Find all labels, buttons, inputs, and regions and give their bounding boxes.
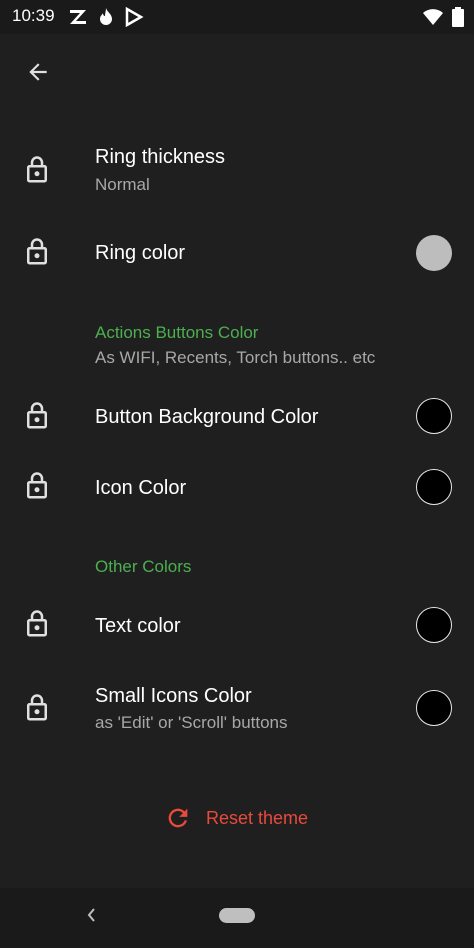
text-color-row[interactable]: Text color bbox=[0, 590, 474, 660]
setting-title: Text color bbox=[95, 615, 181, 637]
setting-title: Icon Color bbox=[95, 477, 187, 499]
play-app-icon bbox=[125, 7, 144, 27]
status-bar: 10:39 bbox=[0, 0, 474, 34]
refresh-icon bbox=[168, 808, 188, 828]
back-button[interactable] bbox=[18, 52, 58, 92]
z-app-icon bbox=[70, 10, 86, 24]
battery-icon bbox=[452, 7, 464, 27]
ring-color-row[interactable]: Ring color bbox=[0, 218, 474, 290]
setting-subtitle: as 'Edit' or 'Scroll' buttons bbox=[95, 713, 288, 732]
setting-title: Ring color bbox=[95, 242, 186, 264]
nav-back-icon[interactable] bbox=[84, 904, 98, 926]
navigation-bar bbox=[0, 888, 474, 948]
reset-theme-label: Reset theme bbox=[206, 807, 309, 828]
color-swatch[interactable] bbox=[416, 398, 452, 434]
icon-color-row[interactable]: Icon Color bbox=[0, 452, 474, 522]
lock-icon bbox=[27, 694, 47, 721]
lock-icon bbox=[27, 156, 47, 183]
color-swatch[interactable] bbox=[416, 469, 452, 505]
color-swatch[interactable] bbox=[416, 235, 452, 271]
setting-subtitle: Normal bbox=[95, 175, 150, 194]
home-pill[interactable] bbox=[219, 908, 255, 923]
setting-title: Small Icons Color bbox=[95, 685, 252, 707]
setting-title: Ring thickness bbox=[95, 146, 226, 168]
status-right-icons bbox=[422, 7, 464, 27]
button-background-color-row[interactable]: Button Background Color bbox=[0, 382, 474, 452]
reset-theme-button[interactable]: Reset theme bbox=[164, 800, 308, 836]
toolbar bbox=[0, 34, 474, 100]
status-time: 10:39 bbox=[12, 6, 55, 25]
color-swatch[interactable] bbox=[416, 607, 452, 643]
section-header-other: Other Colors bbox=[95, 557, 192, 576]
lock-icon bbox=[27, 610, 47, 637]
small-icons-color-row[interactable]: Small Icons Color as 'Edit' or 'Scroll' … bbox=[0, 672, 474, 744]
setting-title: Button Background Color bbox=[95, 406, 319, 428]
lock-icon bbox=[27, 238, 47, 265]
wifi-icon bbox=[423, 9, 443, 25]
fire-app-icon bbox=[100, 8, 112, 25]
ring-thickness-row[interactable]: Ring thickness Normal bbox=[0, 138, 474, 212]
section-header-actions: Actions Buttons Color bbox=[95, 323, 259, 342]
status-left-icons bbox=[68, 7, 144, 27]
arrow-left-icon bbox=[29, 63, 47, 81]
color-swatch[interactable] bbox=[416, 690, 452, 726]
section-subtitle-actions: As WIFI, Recents, Torch buttons.. etc bbox=[95, 348, 376, 367]
lock-icon bbox=[27, 402, 47, 429]
lock-icon bbox=[27, 472, 47, 499]
